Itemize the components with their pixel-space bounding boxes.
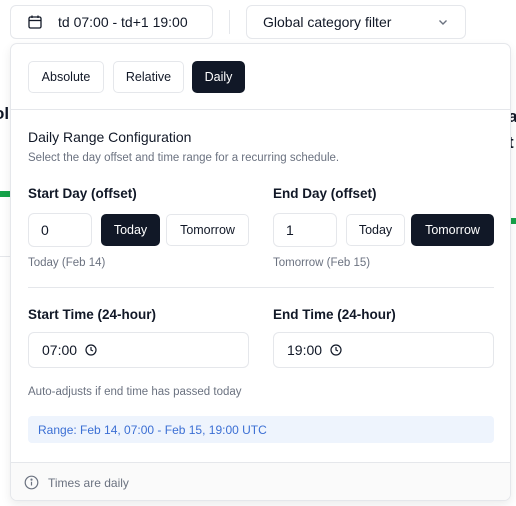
tab-daily[interactable]: Daily [192,61,245,93]
start-day-today-button[interactable]: Today [101,214,160,246]
date-range-label: td 07:00 - td+1 19:00 [58,14,188,30]
section-title: Daily Range Configuration [28,129,192,145]
end-time-input[interactable]: 19:00 [273,332,494,368]
auto-adjust-note: Auto-adjusts if end time has passed toda… [28,386,242,398]
popover-footer: Times are daily [11,462,510,500]
background-divider [0,256,10,257]
calendar-icon [27,14,43,30]
clock-icon [330,344,342,356]
section-divider [28,287,494,288]
tab-absolute[interactable]: Absolute [28,61,104,93]
end-time-value: 19:00 [287,342,323,358]
end-day-label: End Day (offset) [273,186,377,201]
range-summary: Range: Feb 14, 07:00 - Feb 15, 19:00 UTC [28,416,494,443]
info-icon [24,475,39,490]
footer-note: Times are daily [48,475,129,490]
section-subtitle: Select the day offset and time range for… [28,152,340,164]
start-day-label: Start Day (offset) [28,186,137,201]
category-filter-label: Global category filter [263,14,392,30]
start-time-input[interactable]: 07:00 [28,332,249,368]
start-day-offset-input[interactable]: 0 [28,213,92,247]
end-day-hint: Tomorrow (Feb 15) [273,257,371,269]
end-day-tomorrow-button[interactable]: Tomorrow [411,214,494,246]
toolbar-divider [229,10,230,34]
background-heading-fragment: ol [0,104,10,123]
end-day-today-button[interactable]: Today [346,214,405,246]
mode-tabs: Absolute Relative Daily [11,44,510,110]
end-time-label: End Time (24-hour) [273,307,396,322]
tab-relative[interactable]: Relative [113,61,184,93]
clock-icon [85,344,97,356]
background-status-bar [0,191,10,197]
end-day-offset-input[interactable]: 1 [273,213,337,247]
start-time-value: 07:00 [42,342,78,358]
start-time-label: Start Time (24-hour) [28,307,157,322]
date-range-button[interactable]: td 07:00 - td+1 19:00 [10,5,213,39]
start-day-hint: Today (Feb 14) [28,257,106,269]
category-filter-select[interactable]: Global category filter [246,5,466,39]
start-day-tomorrow-button[interactable]: Tomorrow [166,214,249,246]
date-range-popover: Absolute Relative Daily Daily Range Conf… [10,43,511,501]
chevron-down-icon [437,16,449,28]
